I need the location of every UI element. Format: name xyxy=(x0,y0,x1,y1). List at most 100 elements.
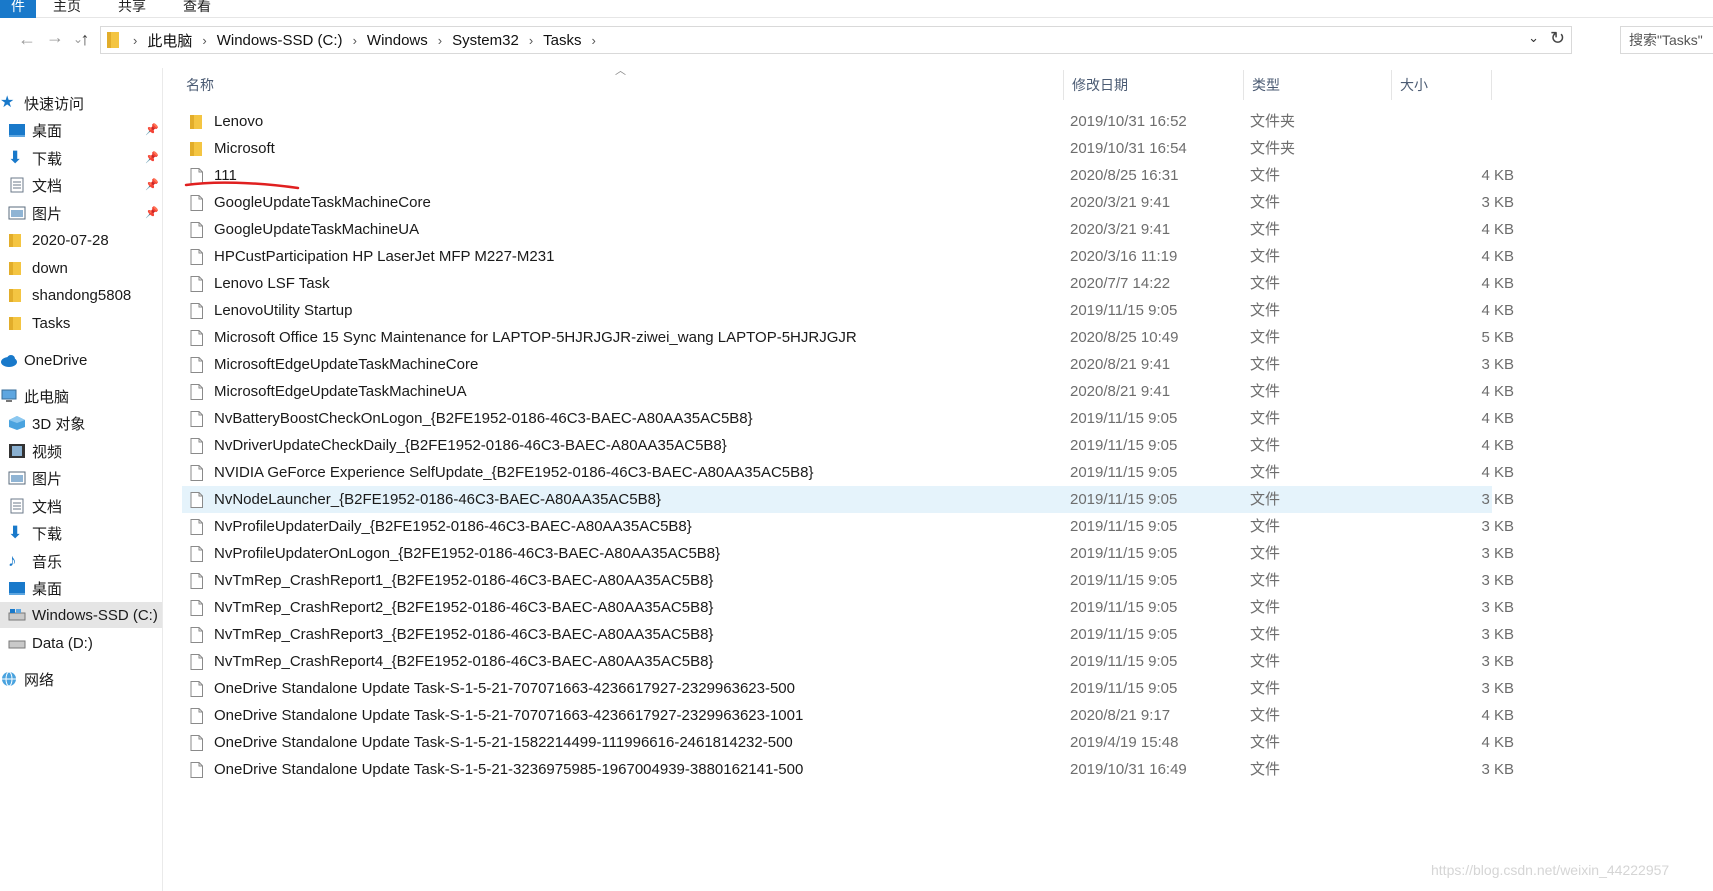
file-size: 3 KB xyxy=(1481,626,1514,643)
column-header-type[interactable]: 类型 xyxy=(1244,70,1392,100)
file-row[interactable]: LenovoUtility Startup 2019/11/15 9:05 文件 4 … xyxy=(182,297,1514,324)
file-size: 3 KB xyxy=(1481,194,1514,211)
chevron-right-icon[interactable]: › xyxy=(123,33,147,48)
refresh-icon[interactable]: ↻ xyxy=(1550,28,1565,49)
nav-pc-videos[interactable]: 视频 xyxy=(8,438,62,464)
nav-pc-drive-d[interactable]: Data (D:) xyxy=(8,630,93,656)
back-button[interactable]: ← xyxy=(16,26,38,52)
nav-qa-desktop[interactable]: 桌面 xyxy=(8,117,62,143)
pin-icon[interactable]: 📌 xyxy=(145,178,159,191)
nav-quick-access[interactable]: ★ 快速访问 xyxy=(0,90,84,116)
chevron-right-icon[interactable]: › xyxy=(519,33,543,48)
file-modified-date: 2019/11/15 9:05 xyxy=(1070,302,1178,319)
nav-network[interactable]: 网络 xyxy=(0,666,54,692)
file-size: 4 KB xyxy=(1481,248,1514,265)
folder-row[interactable]: Microsoft 2019/10/31 16:54 文件夹 xyxy=(182,135,1492,162)
network-icon xyxy=(0,671,18,687)
nav-pc-3d-objects[interactable]: 3D 对象 xyxy=(8,410,85,436)
tab-share[interactable]: 共享 xyxy=(118,0,146,18)
file-row[interactable]: HPCustParticipation HP LaserJet MFP M227… xyxy=(182,243,1514,270)
file-size: 4 KB xyxy=(1481,410,1514,427)
file-row[interactable]: NvBatteryBoostCheckOnLogon_{B2FE1952-018… xyxy=(182,405,1514,432)
file-row[interactable]: Lenovo LSF Task 2020/7/7 14:22 文件 4 KB xyxy=(182,270,1514,297)
column-header-name[interactable]: 名称 xyxy=(178,70,1064,100)
file-row[interactable]: MicrosoftEdgeUpdateTaskMachineCore 2020/8… xyxy=(182,351,1514,378)
file-icon xyxy=(190,303,203,319)
breadcrumb-drive-c[interactable]: Windows-SSD (C:) xyxy=(217,32,343,49)
forward-button[interactable]: → xyxy=(44,24,66,50)
pin-icon[interactable]: 📌 xyxy=(145,123,159,136)
nav-qa-folder-tasks[interactable]: Tasks xyxy=(8,310,70,336)
file-row[interactable]: GoogleUpdateTaskMachineUA 2020/3/21 9:41 文… xyxy=(182,216,1514,243)
file-size: 4 KB xyxy=(1481,437,1514,454)
document-icon xyxy=(8,177,26,193)
chevron-right-icon[interactable]: › xyxy=(343,33,367,48)
breadcrumb-windows[interactable]: Windows xyxy=(367,32,428,49)
file-row[interactable]: Microsoft Office 15 Sync Maintenance for… xyxy=(182,324,1514,351)
nav-pc-drive-c[interactable]: Windows-SSD (C:) xyxy=(0,602,162,628)
nav-qa-folder-shandong5808[interactable]: shandong5808 xyxy=(8,282,131,308)
file-row[interactable]: NvDriverUpdateCheckDaily_{B2FE1952-0186-… xyxy=(182,432,1514,459)
file-row[interactable]: NvProfileUpdaterDaily_{B2FE1952-0186-46C… xyxy=(182,513,1514,540)
file-row[interactable]: OneDrive Standalone Update Task-S-1-5-21… xyxy=(182,756,1514,783)
file-row[interactable]: OneDrive Standalone Update Task-S-1-5-21… xyxy=(182,675,1514,702)
column-header-size[interactable]: 大小 xyxy=(1392,70,1492,100)
file-icon xyxy=(190,708,203,724)
file-modified-date: 2019/10/31 16:49 xyxy=(1070,761,1187,778)
file-row[interactable]: GoogleUpdateTaskMachineCore 2020/3/21 9:4… xyxy=(182,189,1514,216)
file-row[interactable]: MicrosoftEdgeUpdateTaskMachineUA 2020/8/2… xyxy=(182,378,1514,405)
file-row[interactable]: OneDrive Standalone Update Task-S-1-5-21… xyxy=(182,729,1514,756)
chevron-right-icon[interactable]: › xyxy=(428,33,452,48)
search-input[interactable]: 搜索"Tasks" xyxy=(1620,26,1713,54)
file-type: 文件 xyxy=(1250,707,1281,724)
folder-row[interactable]: Lenovo 2019/10/31 16:52 文件夹 xyxy=(182,108,1492,135)
file-row[interactable]: NvTmRep_CrashReport1_{B2FE1952-0186-46C3… xyxy=(182,567,1514,594)
address-bar[interactable]: › 此电脑 › Windows-SSD (C:) › Windows › Sys… xyxy=(100,26,1572,54)
nav-onedrive[interactable]: OneDrive xyxy=(0,347,87,373)
pictures-icon xyxy=(8,205,26,221)
file-type: 文件 xyxy=(1250,248,1281,265)
drive-icon xyxy=(8,607,26,623)
up-button[interactable]: ↑ xyxy=(74,26,96,52)
nav-pc-pictures[interactable]: 图片 xyxy=(8,465,62,491)
nav-pc-downloads[interactable]: ⬇ 下载 xyxy=(8,520,62,546)
tab-home[interactable]: 主页 xyxy=(53,0,81,18)
file-modified-date: 2019/11/15 9:05 xyxy=(1070,545,1178,562)
nav-pc-music[interactable]: ♪ 音乐 xyxy=(8,548,62,574)
address-dropdown-icon[interactable]: ⌄ xyxy=(1528,30,1539,46)
file-size: 4 KB xyxy=(1481,221,1514,238)
file-row[interactable]: NvTmRep_CrashReport4_{B2FE1952-0186-46C3… xyxy=(182,648,1514,675)
file-size: 3 KB xyxy=(1481,491,1514,508)
nav-qa-folder-2020-07-28[interactable]: 2020-07-28 xyxy=(8,227,109,253)
file-explorer-window: 件 主页 共享 查看 ← → ⌄ ↑ › 此电脑 › Windows-SSD (… xyxy=(0,0,1713,891)
nav-qa-folder-down[interactable]: down xyxy=(8,255,68,281)
desktop-icon xyxy=(8,122,26,138)
nav-pc-desktop[interactable]: 桌面 xyxy=(8,575,62,601)
nav-qa-downloads[interactable]: ⬇ 下载 xyxy=(8,145,62,171)
breadcrumb-this-pc[interactable]: 此电脑 xyxy=(147,30,192,51)
file-row[interactable]: OneDrive Standalone Update Task-S-1-5-21… xyxy=(182,702,1514,729)
chevron-right-icon[interactable]: › xyxy=(192,33,216,48)
tab-view[interactable]: 查看 xyxy=(183,0,211,18)
nav-pc-documents[interactable]: 文档 xyxy=(8,493,62,519)
file-name: NvTmRep_CrashReport1_{B2FE1952-0186-46C3… xyxy=(214,572,714,589)
file-row[interactable]: NvNodeLauncher_{B2FE1952-0186-46C3-BAEC-… xyxy=(182,486,1514,513)
breadcrumb-tasks[interactable]: Tasks xyxy=(543,32,581,49)
file-icon xyxy=(190,735,203,751)
file-size: 4 KB xyxy=(1481,167,1514,184)
file-row[interactable]: NvTmRep_CrashReport3_{B2FE1952-0186-46C3… xyxy=(182,621,1514,648)
nav-qa-pictures[interactable]: 图片 xyxy=(8,200,62,226)
file-row[interactable]: 111 2020/8/25 16:31 文件 4 KB xyxy=(182,162,1514,189)
file-row[interactable]: NVIDIA GeForce Experience SelfUpdate_{B2… xyxy=(182,459,1514,486)
column-header-date[interactable]: 修改日期 xyxy=(1064,70,1244,100)
nav-qa-documents[interactable]: 文档 xyxy=(8,172,62,198)
nav-this-pc[interactable]: 此电脑 xyxy=(0,383,69,409)
file-type: 文件 xyxy=(1250,572,1281,589)
tab-file[interactable]: 件 xyxy=(0,0,36,18)
file-row[interactable]: NvTmRep_CrashReport2_{B2FE1952-0186-46C3… xyxy=(182,594,1514,621)
chevron-right-icon[interactable]: › xyxy=(582,33,606,48)
pin-icon[interactable]: 📌 xyxy=(145,206,159,219)
file-row[interactable]: NvProfileUpdaterOnLogon_{B2FE1952-0186-4… xyxy=(182,540,1514,567)
breadcrumb-system32[interactable]: System32 xyxy=(452,32,519,49)
pin-icon[interactable]: 📌 xyxy=(145,151,159,164)
